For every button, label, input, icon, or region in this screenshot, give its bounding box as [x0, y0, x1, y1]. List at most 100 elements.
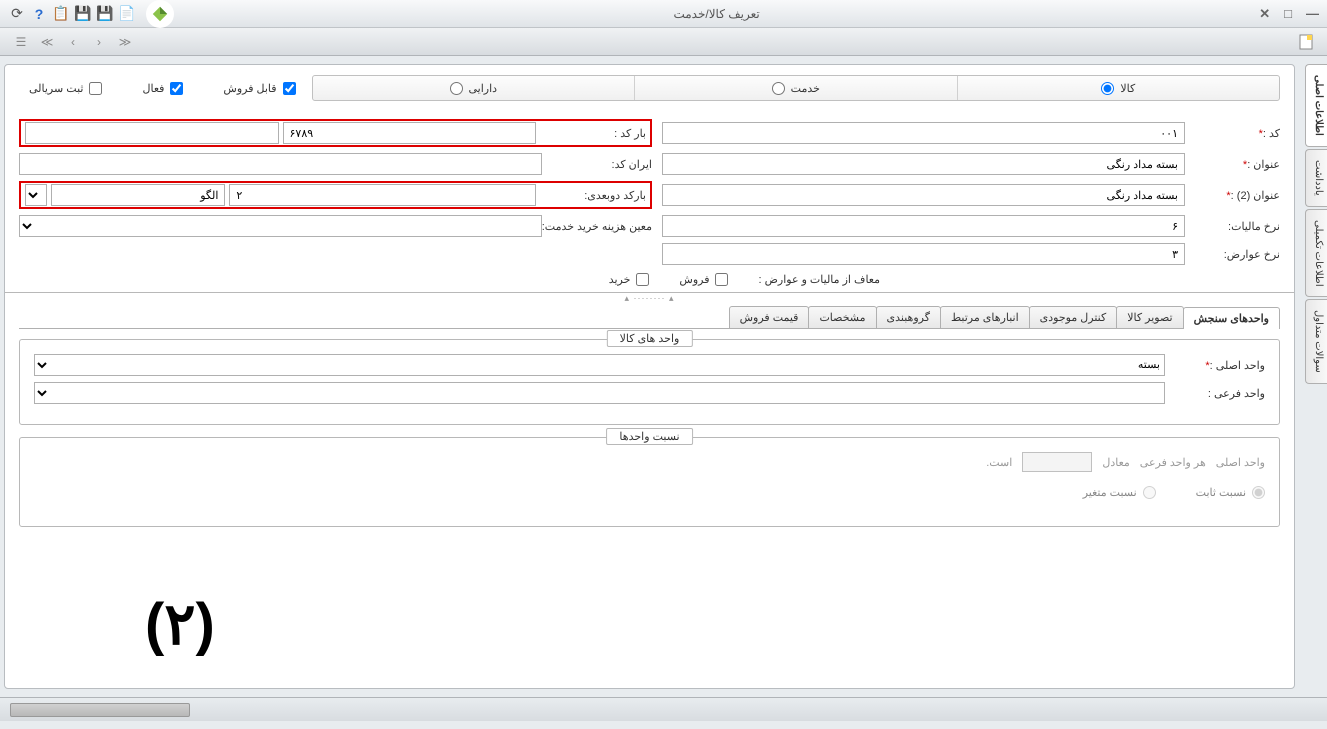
tab-units[interactable]: واحدهای سنجش — [1183, 307, 1280, 329]
exempt-sale-checkbox[interactable] — [715, 273, 728, 286]
tax-input[interactable] — [662, 215, 1185, 237]
check-group: قابل فروش فعال ثبت سریالی — [19, 82, 306, 95]
maximize-icon[interactable]: □ — [1284, 6, 1292, 22]
fixed-ratio-item[interactable]: نسبت ثابت — [1196, 486, 1265, 499]
type-service-label: خدمت — [791, 82, 820, 95]
side-tab-extra[interactable]: اطلاعات تکمیلی — [1305, 209, 1327, 298]
refresh-icon[interactable]: ⟳ — [8, 5, 26, 23]
tax-label: نرخ مالیات: — [1195, 220, 1280, 233]
statusbar — [0, 697, 1327, 721]
barcode2d-tpl-input[interactable] — [51, 184, 225, 206]
sellable-checkbox[interactable] — [283, 82, 296, 95]
serial-label: ثبت سریالی — [29, 82, 83, 95]
splitter[interactable]: ▴ ········ ▴ — [5, 292, 1294, 300]
minimize-icon[interactable]: — — [1306, 6, 1319, 22]
exempt-buy-checkbox[interactable] — [636, 273, 649, 286]
tab-stock[interactable]: کنترل موجودی — [1029, 306, 1118, 328]
var-ratio-item[interactable]: نسبت متغیر — [1083, 486, 1156, 499]
type-asset-label: دارایی — [469, 82, 498, 95]
titlebar: ✕ □ — تعریف کالا/خدمت ⟳ ? 📋 💾 💾 📄 — [0, 0, 1327, 28]
barcode2d-label: بارکد دوبعدی: — [546, 189, 646, 202]
var-ratio-radio[interactable] — [1143, 486, 1156, 499]
next-icon[interactable]: › — [88, 31, 110, 53]
side-tab-faq[interactable]: سوالات متداول — [1305, 299, 1327, 384]
exempt-sale-item[interactable]: فروش — [679, 273, 728, 286]
new-icon[interactable]: 📄 — [118, 5, 136, 23]
inner-tabs: واحدهای سنجش تصویر کالا کنترل موجودی انب… — [19, 306, 1280, 329]
type-asset-radio[interactable] — [450, 82, 463, 95]
barcode-label: بار کد : — [546, 127, 646, 140]
type-asset[interactable]: دارایی — [313, 76, 634, 100]
tab-grouping[interactable]: گروهبندی — [876, 306, 941, 328]
serial-checkbox[interactable] — [89, 82, 102, 95]
active-check-item[interactable]: فعال — [142, 82, 183, 95]
fixed-ratio-radio[interactable] — [1252, 486, 1265, 499]
exempt-buy-item[interactable]: خرید — [609, 273, 650, 286]
moein-select[interactable] — [19, 215, 542, 237]
side-tab-main-info[interactable]: اطلاعات اصلی — [1305, 64, 1327, 147]
code-input[interactable] — [662, 122, 1185, 144]
ratio-value-input[interactable] — [1022, 452, 1092, 472]
sub-unit-label: واحد فرعی : — [1175, 387, 1265, 400]
help-icon[interactable]: ? — [30, 5, 48, 23]
tab-price[interactable]: قیمت فروش — [729, 306, 810, 328]
title-input[interactable] — [662, 153, 1185, 175]
barcode-input-2[interactable] — [25, 122, 279, 144]
var-ratio-label: نسبت متغیر — [1083, 486, 1137, 499]
app-logo-icon — [146, 0, 174, 28]
nav-toolbar: ☰ ≪ ‹ › ≫ — [0, 28, 1327, 56]
type-goods-radio[interactable] — [1101, 82, 1114, 95]
save-as-icon[interactable]: 📋 — [52, 5, 70, 23]
annotation-number: (۲) — [145, 590, 215, 658]
form-grid: کد :* بار کد : عنوان :* ایران کد: عنوان … — [19, 119, 1280, 265]
save-icon[interactable]: 💾 — [74, 5, 92, 23]
exempt-label: معاف از مالیات و عوارض : — [758, 273, 880, 286]
prev-icon[interactable]: ‹ — [62, 31, 84, 53]
title2-input[interactable] — [662, 184, 1185, 206]
window-title: تعریف کالا/خدمت — [174, 7, 1259, 21]
save2-icon[interactable]: 💾 — [96, 5, 114, 23]
list-icon[interactable]: ☰ — [10, 31, 32, 53]
serial-check-item[interactable]: ثبت سریالی — [29, 82, 102, 95]
units-fieldset: واحد های کالا واحد اصلی :* بسته واحد فرع… — [19, 339, 1280, 425]
type-service-radio[interactable] — [772, 82, 785, 95]
ratio-t3: معادل — [1102, 456, 1129, 469]
barcode-input[interactable] — [283, 122, 537, 144]
tab-image[interactable]: تصویر کالا — [1116, 306, 1183, 328]
last-icon[interactable]: ≫ — [114, 31, 136, 53]
exempt-row: معاف از مالیات و عوارض : فروش خرید — [19, 273, 1280, 286]
first-icon[interactable]: ≪ — [36, 31, 58, 53]
exempt-sale-label: فروش — [679, 273, 709, 286]
iran-code-label: ایران کد: — [552, 158, 652, 171]
units-legend: واحد های کالا — [607, 330, 693, 347]
ratio-text-row: واحد اصلی هر واحد فرعی معادل است. — [34, 452, 1265, 472]
ratio-legend: نسبت واحدها — [606, 428, 692, 445]
side-tabs: اطلاعات اصلی یادداشت اطلاعات تکمیلی سوال… — [1305, 64, 1327, 386]
type-service[interactable]: خدمت — [634, 76, 956, 100]
active-checkbox[interactable] — [170, 82, 183, 95]
moein-label: معین هزینه خرید خدمت: — [552, 220, 652, 233]
window-controls: ✕ □ — — [1259, 6, 1319, 22]
duty-input[interactable] — [662, 243, 1185, 265]
side-tab-notes[interactable]: یادداشت — [1305, 149, 1327, 207]
type-goods[interactable]: کالا — [957, 76, 1279, 100]
sub-unit-select[interactable] — [34, 382, 1165, 404]
sellable-check-item[interactable]: قابل فروش — [223, 82, 295, 95]
sellable-label: قابل فروش — [223, 82, 276, 95]
main-unit-select[interactable]: بسته — [34, 354, 1165, 376]
barcode2d-num-input[interactable] — [229, 184, 536, 206]
barcode2d-tpl-select[interactable] — [25, 184, 47, 206]
barcode-highlight: بار کد : — [19, 119, 652, 147]
type-row: کالا خدمت دارایی قابل فروش — [19, 75, 1280, 101]
main-panel: کالا خدمت دارایی قابل فروش — [4, 64, 1295, 689]
fixed-ratio-label: نسبت ثابت — [1196, 486, 1246, 499]
close-icon[interactable]: ✕ — [1259, 6, 1270, 22]
document-icon[interactable] — [1295, 31, 1317, 53]
active-label: فعال — [142, 82, 164, 95]
scroll-thumb[interactable] — [10, 703, 190, 717]
ratio-fieldset: نسبت واحدها واحد اصلی هر واحد فرعی معادل… — [19, 437, 1280, 527]
type-goods-label: کالا — [1120, 82, 1135, 95]
iran-code-input[interactable] — [19, 153, 542, 175]
tab-warehouses[interactable]: انبارهای مرتبط — [940, 306, 1030, 328]
tab-specs[interactable]: مشخصات — [808, 306, 876, 328]
